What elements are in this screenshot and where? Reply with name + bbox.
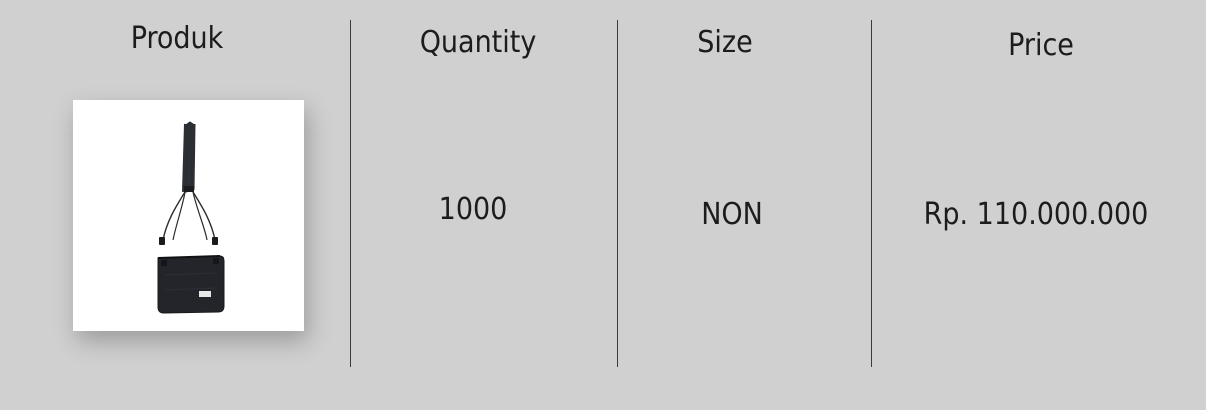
- crossbody-bag-icon: [157, 121, 225, 314]
- column-divider: [350, 20, 351, 367]
- price-value: Rp. 110.000.000: [923, 197, 1149, 232]
- size-value: NON: [701, 197, 763, 232]
- column-divider: [617, 20, 618, 367]
- product-image[interactable]: [73, 100, 304, 331]
- column-divider: [871, 20, 872, 367]
- header-price: Price: [1008, 28, 1074, 63]
- header-quantity: Quantity: [419, 25, 537, 60]
- header-produk: Produk: [130, 21, 224, 56]
- header-size: Size: [697, 25, 753, 60]
- quantity-value: 1000: [438, 192, 508, 227]
